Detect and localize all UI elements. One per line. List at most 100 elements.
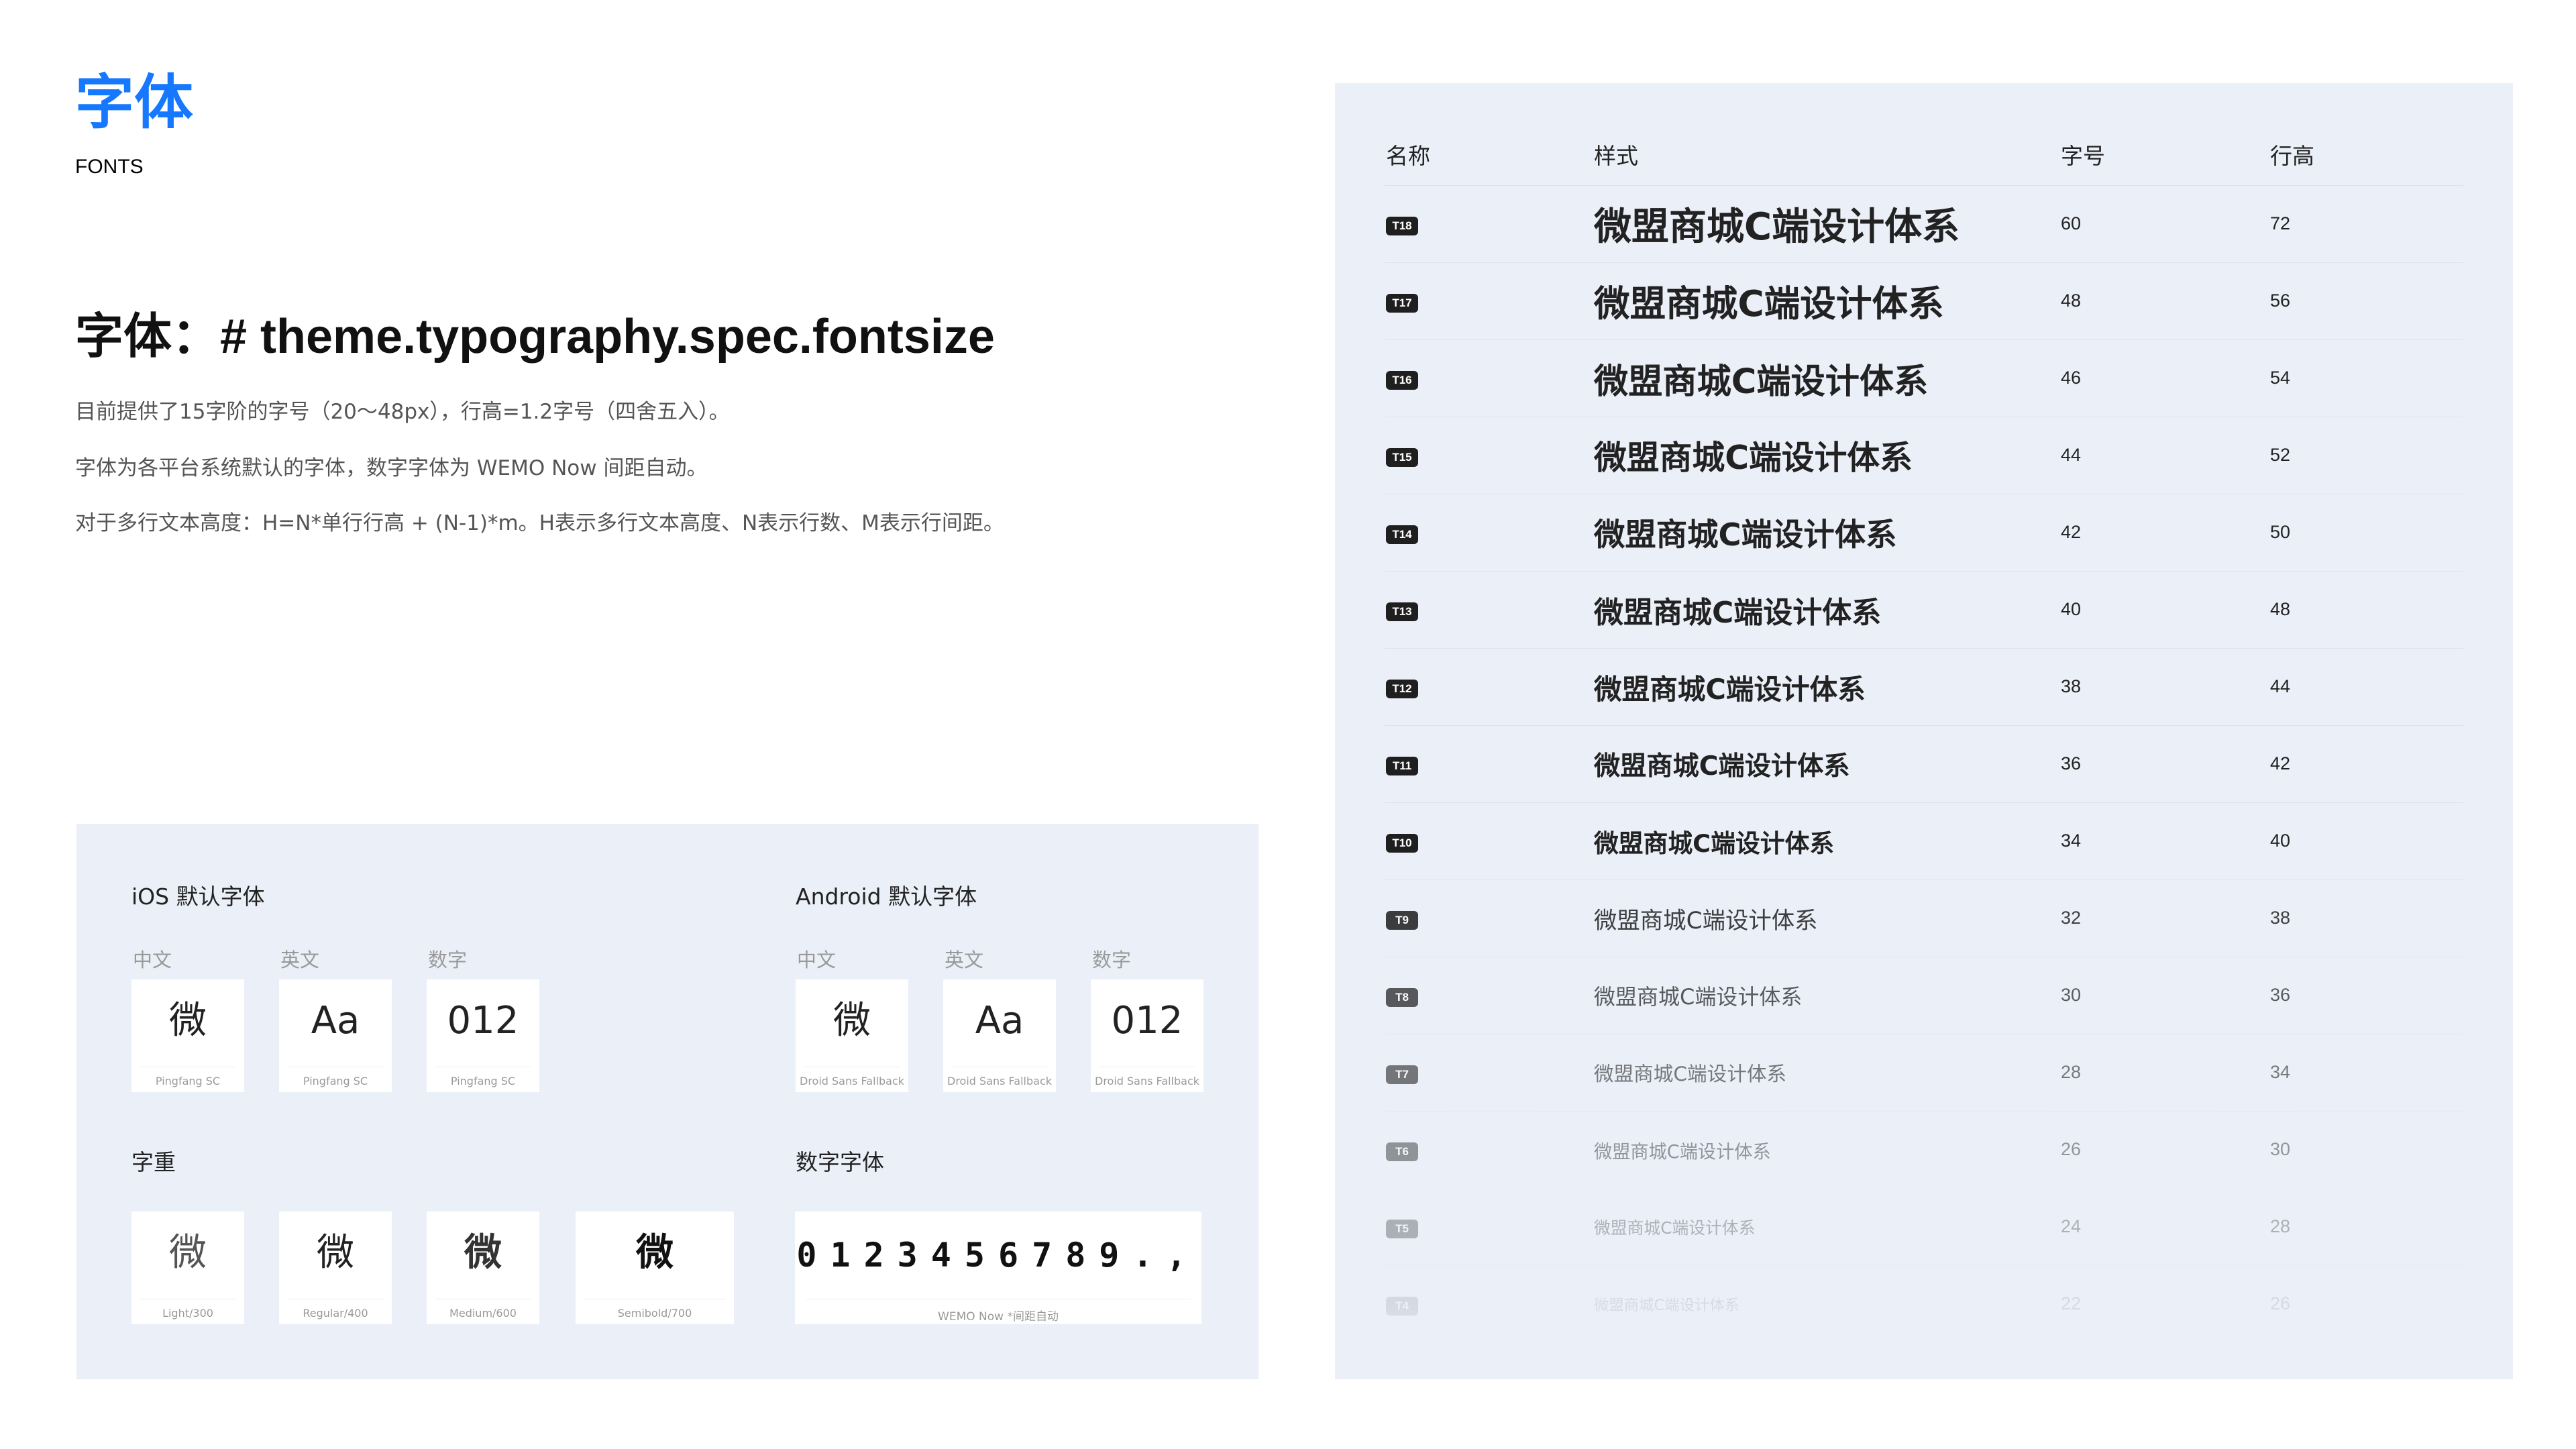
glyph-sample: 微 — [636, 1231, 674, 1275]
table-row: T9 微盟商城C端设计体系 32 38 — [1385, 879, 2463, 957]
table-header-style: 样式 — [1594, 143, 1638, 169]
style-sample-text: 微盟商城C端设计体系 — [1594, 439, 1913, 477]
glyph-sample: 微 — [169, 999, 207, 1042]
type-level-badge: T13 — [1386, 602, 1418, 621]
line-height-value: 40 — [2270, 830, 2291, 851]
ios-digits-card: 012 Pingfang SC — [427, 979, 539, 1092]
spec-heading: 字体：# theme.typography.spec.fontsize — [75, 310, 995, 364]
line-height-value: 26 — [2270, 1293, 2291, 1313]
weight-caption: Light/300 — [162, 1307, 213, 1320]
font-sample-panel: iOS 默认字体 中文 英文 数字 微 Pingfang SC Aa Pingf… — [76, 824, 1258, 1379]
font-caption: Pingfang SC — [303, 1075, 368, 1087]
font-size-value: 32 — [2061, 908, 2082, 928]
spec-description-line: 对于多行文本高度：H=N*单行行高 + (N-1)*m。H表示多行文本高度、N表… — [75, 511, 1004, 535]
type-level-badge: T14 — [1386, 525, 1418, 544]
type-level-badge: T6 — [1386, 1142, 1418, 1161]
type-level-badge: T4 — [1386, 1297, 1418, 1316]
weight-caption: Medium/600 — [449, 1307, 517, 1320]
ios-col-label-digits: 数字 — [428, 949, 468, 971]
glyph-sample: 微 — [464, 1231, 502, 1275]
line-height-value: 52 — [2270, 445, 2291, 465]
style-sample-text: 微盟商城C端设计体系 — [1594, 983, 1803, 1010]
glyph-sample: 微 — [317, 1231, 354, 1275]
font-weight-title: 字重 — [131, 1149, 176, 1175]
table-row: T5 微盟商城C端设计体系 24 28 — [1385, 1188, 2463, 1265]
line-height-value: 42 — [2270, 753, 2291, 773]
style-sample-text: 微盟商城C端设计体系 — [1594, 1218, 1756, 1238]
numeric-font-title: 数字字体 — [796, 1149, 884, 1175]
table-row: T13 微盟商城C端设计体系 40 48 — [1385, 571, 2463, 648]
table-row: T18 微盟商城C端设计体系 60 72 — [1385, 185, 2463, 262]
line-height-value: 38 — [2270, 908, 2291, 928]
font-size-value: 40 — [2061, 599, 2082, 619]
table-header-line-height: 行高 — [2270, 143, 2314, 169]
numeric-font-card: 0123456789., WEMO Now *间距自动 — [795, 1212, 1201, 1324]
line-height-value: 56 — [2270, 290, 2291, 311]
line-height-value: 34 — [2270, 1062, 2291, 1082]
table-row: T11 微盟商城C端设计体系 36 42 — [1385, 725, 2463, 802]
table-row: T10 微盟商城C端设计体系 34 40 — [1385, 802, 2463, 879]
font-size-value: 42 — [2061, 522, 2082, 542]
type-level-badge: T15 — [1386, 448, 1418, 467]
line-height-value: 44 — [2270, 676, 2291, 696]
glyph-sample: 012 — [1111, 999, 1183, 1042]
row-divider — [1385, 648, 2463, 649]
numeric-sample: 0123456789., — [796, 1236, 1200, 1275]
style-sample-text: 微盟商城C端设计体系 — [1594, 907, 1818, 934]
font-size-value: 28 — [2061, 1062, 2082, 1082]
line-height-value: 30 — [2270, 1139, 2291, 1159]
ios-font-title: iOS 默认字体 — [131, 883, 265, 910]
weight-caption: Regular/400 — [303, 1307, 368, 1320]
font-size-value: 26 — [2061, 1139, 2082, 1159]
table-row: T6 微盟商城C端设计体系 26 30 — [1385, 1111, 2463, 1188]
style-sample-text: 微盟商城C端设计体系 — [1594, 205, 1960, 249]
weight-card-semibold: 微 Semibold/700 — [576, 1212, 734, 1324]
type-level-badge: T9 — [1386, 911, 1418, 930]
style-sample-text: 微盟商城C端设计体系 — [1594, 1063, 1787, 1085]
spec-description-line: 目前提供了15字阶的字号（20～48px），行高=1.2字号（四舍五入）。 — [75, 400, 730, 424]
glyph-sample: Aa — [311, 999, 360, 1042]
font-size-value: 44 — [2061, 445, 2082, 465]
style-sample-text: 微盟商城C端设计体系 — [1594, 595, 1882, 630]
type-level-badge: T8 — [1386, 988, 1418, 1007]
weight-card-light: 微 Light/300 — [131, 1212, 244, 1324]
ios-english-card: Aa Pingfang SC — [279, 979, 392, 1092]
table-header-name: 名称 — [1386, 143, 1430, 169]
style-sample-text: 微盟商城C端设计体系 — [1594, 751, 1850, 782]
type-level-badge: T10 — [1386, 834, 1418, 853]
row-divider — [1385, 1265, 2463, 1266]
style-sample-text: 微盟商城C端设计体系 — [1594, 672, 1866, 706]
font-caption: Droid Sans Fallback — [947, 1075, 1052, 1087]
table-header-size: 字号 — [2061, 143, 2105, 169]
line-height-value: 72 — [2270, 213, 2291, 233]
glyph-sample: Aa — [975, 999, 1024, 1042]
android-col-label-english: 英文 — [945, 949, 984, 971]
row-divider — [1385, 571, 2463, 572]
style-sample-text: 微盟商城C端设计体系 — [1594, 361, 1929, 402]
table-row: T12 微盟商城C端设计体系 38 44 — [1385, 648, 2463, 725]
font-size-value: 38 — [2061, 676, 2082, 696]
font-caption: Pingfang SC — [155, 1075, 221, 1087]
font-caption: Droid Sans Fallback — [800, 1075, 904, 1087]
android-digits-card: 012 Droid Sans Fallback — [1091, 979, 1203, 1092]
row-divider — [1385, 1111, 2463, 1112]
line-height-value: 48 — [2270, 599, 2291, 619]
ios-col-label-chinese: 中文 — [133, 949, 172, 971]
line-height-value: 28 — [2270, 1216, 2291, 1236]
type-level-badge: T18 — [1386, 217, 1418, 235]
ios-chinese-card: 微 Pingfang SC — [131, 979, 244, 1092]
line-height-value: 50 — [2270, 522, 2291, 542]
type-level-badge: T11 — [1386, 757, 1418, 775]
numeric-caption: WEMO Now *间距自动 — [938, 1310, 1059, 1324]
row-divider — [1385, 1188, 2463, 1189]
font-size-value: 30 — [2061, 985, 2082, 1005]
font-caption: Droid Sans Fallback — [1095, 1075, 1199, 1087]
row-divider — [1385, 725, 2463, 726]
android-english-card: Aa Droid Sans Fallback — [943, 979, 1056, 1092]
glyph-sample: 012 — [447, 999, 519, 1042]
type-level-badge: T12 — [1386, 680, 1418, 698]
style-sample-text: 微盟商城C端设计体系 — [1594, 1296, 1740, 1314]
page-subtitle: FONTS — [75, 156, 144, 178]
table-row: T15 微盟商城C端设计体系 44 52 — [1385, 417, 2463, 494]
font-caption: Pingfang SC — [450, 1075, 516, 1087]
